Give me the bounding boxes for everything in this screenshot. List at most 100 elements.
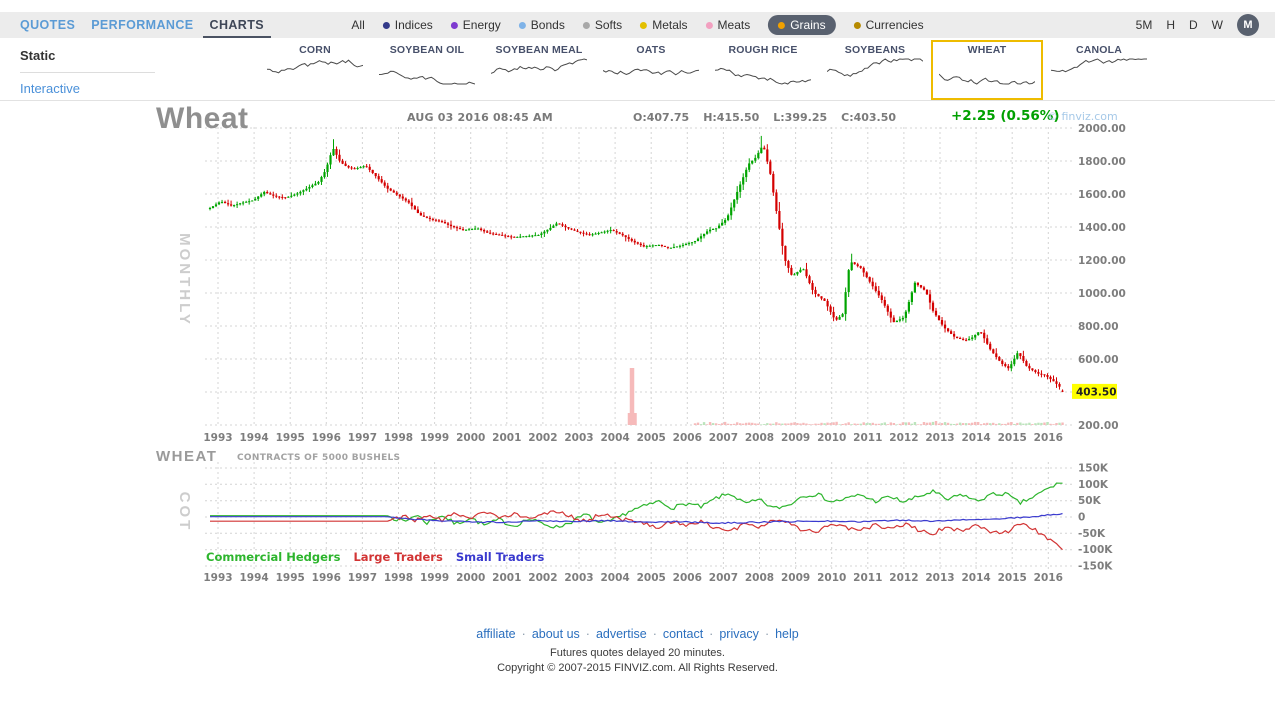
footer-link-separator: · [522, 627, 526, 641]
thumbnail-rough-rice[interactable]: ROUGH RICE [707, 40, 819, 100]
tab-quotes[interactable]: QUOTES [20, 18, 75, 32]
footer-link-contact[interactable]: contact [663, 627, 703, 641]
timeframe-w[interactable]: W [1212, 18, 1223, 32]
x-axis-year-label: 2010 [817, 432, 846, 444]
thumbnail-soybeans[interactable]: SOYBEANS [819, 40, 931, 100]
filter-metals[interactable]: Metals [640, 18, 687, 32]
cot-y-axis-label: -150K [1078, 561, 1113, 573]
thumbnail-soybean-meal[interactable]: SOYBEAN MEAL [483, 40, 595, 100]
x-axis-year-label: 2005 [637, 432, 666, 444]
volume-bars [628, 368, 1064, 425]
chart-timestamp: AUG 03 2016 08:45 AM [407, 111, 553, 124]
cot-x-axis-year-label: 1994 [239, 572, 268, 584]
timeframe-5m[interactable]: 5M [1136, 18, 1153, 32]
footer-link-affiliate[interactable]: affiliate [476, 627, 515, 641]
thumbnail-soybean-oil[interactable]: SOYBEAN OIL [371, 40, 483, 100]
cot-chart-title: WHEAT [156, 448, 217, 465]
footer-link-about-us[interactable]: about us [532, 627, 580, 641]
cot-x-axis-year-label: 1993 [203, 572, 232, 584]
x-axis-year-label: 2003 [564, 432, 593, 444]
filter-softs[interactable]: Softs [583, 18, 622, 32]
nav-tabs: QUOTES PERFORMANCE CHARTS [20, 12, 264, 38]
x-axis-year-label: 2004 [600, 432, 629, 444]
x-axis-year-label: 2000 [456, 432, 485, 444]
footer-link-advertise[interactable]: advertise [596, 627, 647, 641]
cot-x-axis-year-label: 2005 [637, 572, 666, 584]
timeframe-h[interactable]: H [1166, 18, 1175, 32]
cot-x-axis-year-label: 2001 [492, 572, 521, 584]
cot-y-axis-label: 150K [1078, 463, 1109, 475]
filter-energy[interactable]: Energy [451, 18, 501, 32]
x-axis-year-label: 2007 [709, 432, 738, 444]
y-axis-label: 800.00 [1078, 321, 1119, 333]
y-axis-label: 2000.00 [1078, 123, 1126, 135]
filter-currencies[interactable]: Currencies [854, 18, 924, 32]
thumbnail-label: OATS [597, 44, 705, 56]
filter-all[interactable]: All [351, 18, 364, 32]
footer-link-help[interactable]: help [775, 627, 799, 641]
y-axis-label: 1000.00 [1078, 288, 1126, 300]
cot-x-axis-year-label: 2011 [853, 572, 882, 584]
y-axis-label: 1800.00 [1078, 156, 1126, 168]
cot-legend: Commercial HedgersLarge TradersSmall Tra… [206, 550, 544, 564]
legend-commercial-hedgers: Commercial Hedgers [206, 550, 340, 564]
category-dot-meats [706, 22, 713, 29]
thumbnail-label: SOYBEAN OIL [373, 44, 481, 56]
chart-mode-static[interactable]: Static [20, 44, 155, 73]
x-axis-year-label: 1997 [348, 432, 377, 444]
cot-x-axis-year-label: 2015 [998, 572, 1027, 584]
cot-x-axis-year-label: 2013 [925, 572, 954, 584]
filter-meats[interactable]: Meats [706, 18, 751, 32]
cot-x-axis-year-label: 1996 [312, 572, 341, 584]
thumbnail-label: CANOLA [1045, 44, 1153, 56]
thumbnail-corn[interactable]: CORN [259, 40, 371, 100]
filter-label: Bonds [531, 18, 565, 32]
cot-y-axis-label: 0 [1078, 512, 1085, 524]
x-axis-year-label: 2009 [781, 432, 810, 444]
thumbnail-label: SOYBEAN MEAL [485, 44, 593, 56]
copyright-note: Copyright © 2007-2015 FINVIZ.com. All Ri… [0, 662, 1275, 674]
x-axis-year-label: 2001 [492, 432, 521, 444]
cot-x-axis-year-label: 2012 [889, 572, 918, 584]
category-dot-currencies [854, 22, 861, 29]
x-axis-year-label: 1993 [203, 432, 232, 444]
cot-x-axis-year-label: 2014 [961, 572, 990, 584]
cot-line-small-traders [210, 514, 1063, 524]
category-dot-grains [778, 22, 785, 29]
sparkline-canola [1051, 57, 1147, 87]
filter-indices[interactable]: Indices [383, 18, 433, 32]
timeframe-d[interactable]: D [1189, 18, 1198, 32]
chart-mode-sidebar: Static Interactive [20, 44, 155, 104]
x-axis-year-label: 2016 [1034, 432, 1063, 444]
timeframe-m[interactable]: M [1237, 14, 1259, 36]
filter-label: Grains [790, 18, 825, 32]
filter-label: Indices [395, 18, 433, 32]
chart-area: 2000.001800.001600.001400.001200.001000.… [0, 100, 1275, 600]
sparkline-soybean-oil [379, 57, 475, 87]
thumbnail-oats[interactable]: OATS [595, 40, 707, 100]
filter-grains[interactable]: Grains [768, 15, 835, 35]
footer-link-privacy[interactable]: privacy [719, 627, 759, 641]
tab-performance[interactable]: PERFORMANCE [91, 18, 193, 32]
tab-charts[interactable]: CHARTS [210, 18, 264, 32]
footer-link-separator: · [653, 627, 657, 641]
commodity-thumbnails: CORNSOYBEAN OIL SOYBEAN MEAL OATSROUGH RIC… [259, 40, 1155, 100]
x-axis-year-label: 2006 [673, 432, 702, 444]
charts-canvas: 2000.001800.001600.001400.001200.001000.… [0, 100, 1275, 600]
cot-y-axis-label: 50K [1078, 495, 1102, 507]
price-axis-labels: 2000.001800.001600.001400.001200.001000.… [203, 123, 1125, 444]
filter-bonds[interactable]: Bonds [519, 18, 565, 32]
cot-chart-subtitle: CONTRACTS OF 5000 BUSHELS [237, 453, 400, 463]
thumbnail-canola[interactable]: CANOLA [1043, 40, 1155, 100]
low-value: L:399.25 [773, 111, 827, 124]
close-value: C:403.50 [841, 111, 896, 124]
last-price-badge: 403.50 [1072, 384, 1117, 399]
thumbnail-wheat[interactable]: WHEAT [931, 40, 1043, 100]
sparkline-soybeans [827, 57, 923, 87]
footer-link-separator: · [765, 627, 769, 641]
category-dot-bonds [519, 22, 526, 29]
footer-links: affiliate·about us·advertise·contact·pri… [0, 627, 1275, 641]
filter-label: Meats [718, 18, 751, 32]
sparkline-oats [603, 57, 699, 87]
sparkline-rough-rice [715, 57, 811, 87]
